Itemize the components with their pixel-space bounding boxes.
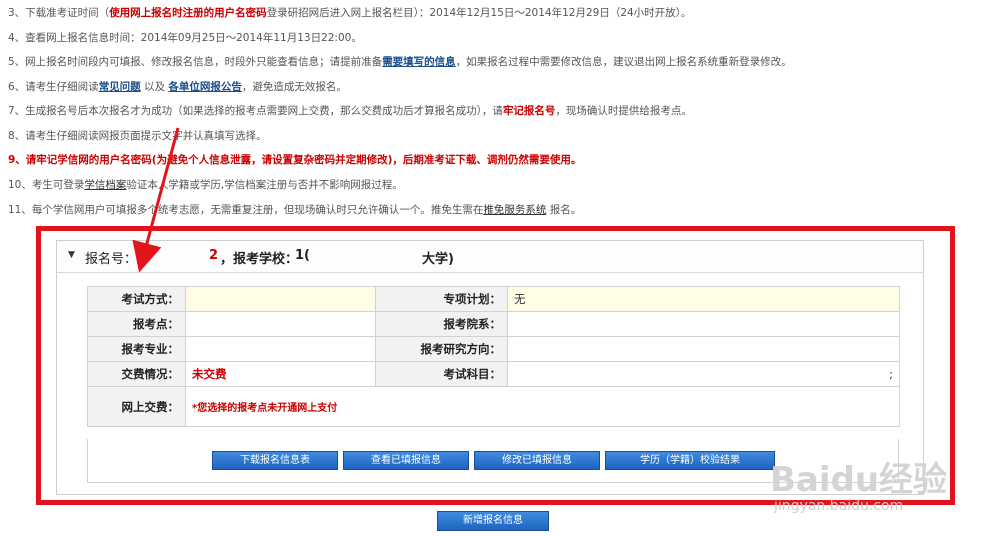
baidu-watermark: Baidu经验 jingyan.baidu.com: [760, 430, 960, 530]
download-registration-button[interactable]: 下载报名信息表: [212, 451, 338, 470]
table-row: 报考专业： 报考研究方向：: [87, 336, 900, 362]
note-11: 11、每个学信网用户可填报多个统考志愿，无需重复注册，但现场确认时只允许确认一个…: [8, 204, 582, 216]
registration-info-table: 考试方式： 专项计划： 无 报考点： 报考院系： 报考专业： 报考研究方向： 交…: [87, 286, 900, 427]
recommendation-system-link[interactable]: 推免服务系统: [483, 204, 546, 216]
exam-subjects-label: 考试科目：: [375, 361, 508, 387]
view-registration-button[interactable]: 查看已填报信息: [343, 451, 469, 470]
exam-mode-value: [185, 286, 376, 312]
add-registration-button[interactable]: 新增报名信息: [437, 511, 549, 531]
xuexin-archive-link[interactable]: 学信档案: [84, 179, 126, 191]
special-plan-label: 专项计划：: [375, 286, 508, 312]
department-label: 报考院系：: [375, 311, 508, 337]
special-plan-value: 无: [507, 286, 900, 312]
exam-site-value: [185, 311, 376, 337]
registration-panel-header[interactable]: ▼ 报名号： 2 ，报考学校： 1( 大学): [57, 241, 923, 273]
table-row: 网上交费： *您选择的报考点未开通网上支付: [87, 386, 900, 427]
note-7: 7、生成报名号后本次报名才为成功（如果选择的报考点需要网上交费，那么交费成功后才…: [8, 105, 692, 117]
registration-number-label: 报名号：: [85, 252, 138, 267]
table-row: 报考点： 报考院系：: [87, 311, 900, 337]
exam-subjects-value: ;: [507, 361, 900, 387]
major-value: [185, 336, 376, 362]
payment-status-value: 未交费: [185, 361, 376, 387]
payment-status-label: 交费情况：: [87, 361, 186, 387]
required-info-link[interactable]: 需要填写的信息: [382, 56, 456, 68]
watermark-brand: Baidu经验: [770, 460, 948, 500]
faq-link[interactable]: 常见问题: [99, 81, 141, 93]
research-direction-label: 报考研究方向：: [375, 336, 508, 362]
online-payment-note: *您选择的报考点未开通网上支付: [192, 403, 338, 414]
note-4: 4、查看网上报名信息时间：2014年09月25日～2014年11月13日22:0…: [8, 32, 362, 44]
table-row: 交费情况： 未交费 考试科目： ;: [87, 361, 900, 387]
note-9: 9、请牢记学信网的用户名密码(为避免个人信息泄露，请设置复杂密码并定期修改)，后…: [8, 154, 582, 166]
research-direction-value: [507, 336, 900, 362]
announcements-link[interactable]: 各单位网报公告: [168, 81, 242, 93]
registration-number: 2: [209, 248, 219, 263]
major-label: 报考专业：: [87, 336, 186, 362]
school-value-tail: 大学): [422, 252, 454, 267]
school-value: 1(: [295, 248, 310, 263]
department-value: [507, 311, 900, 337]
note-6: 6、请考生仔细阅读常见问题 以及 各单位网报公告，避免造成无效报名。: [8, 81, 347, 93]
note-5: 5、网上报名时间段内可填报、修改报名信息，时段外只能查看信息；请提前准备需要填写…: [8, 56, 792, 68]
note-3: 3、下载准考证时间（使用网上报名时注册的用户名密码登录研招网后进入网上报名栏目）…: [8, 7, 692, 19]
school-label: ，报考学校：: [220, 252, 299, 267]
table-row: 考试方式： 专项计划： 无: [87, 286, 900, 312]
watermark-url: jingyan.baidu.com: [774, 498, 904, 514]
collapse-caret-icon[interactable]: ▼: [68, 250, 75, 260]
verify-education-button[interactable]: 学历（学籍）校验结果: [605, 451, 775, 470]
exam-mode-label: 考试方式：: [87, 286, 186, 312]
note-10: 10、考生可登录学信档案验证本人学籍或学历,学信档案注册与否并不影响网报过程。: [8, 179, 403, 191]
note-8: 8、请考生仔细阅读网报页面提示文字并认真填写选择。: [8, 130, 267, 142]
edit-registration-button[interactable]: 修改已填报信息: [474, 451, 600, 470]
online-payment-value: *您选择的报考点未开通网上支付: [185, 386, 900, 427]
exam-site-label: 报考点：: [87, 311, 186, 337]
online-payment-label: 网上交费：: [87, 386, 186, 427]
